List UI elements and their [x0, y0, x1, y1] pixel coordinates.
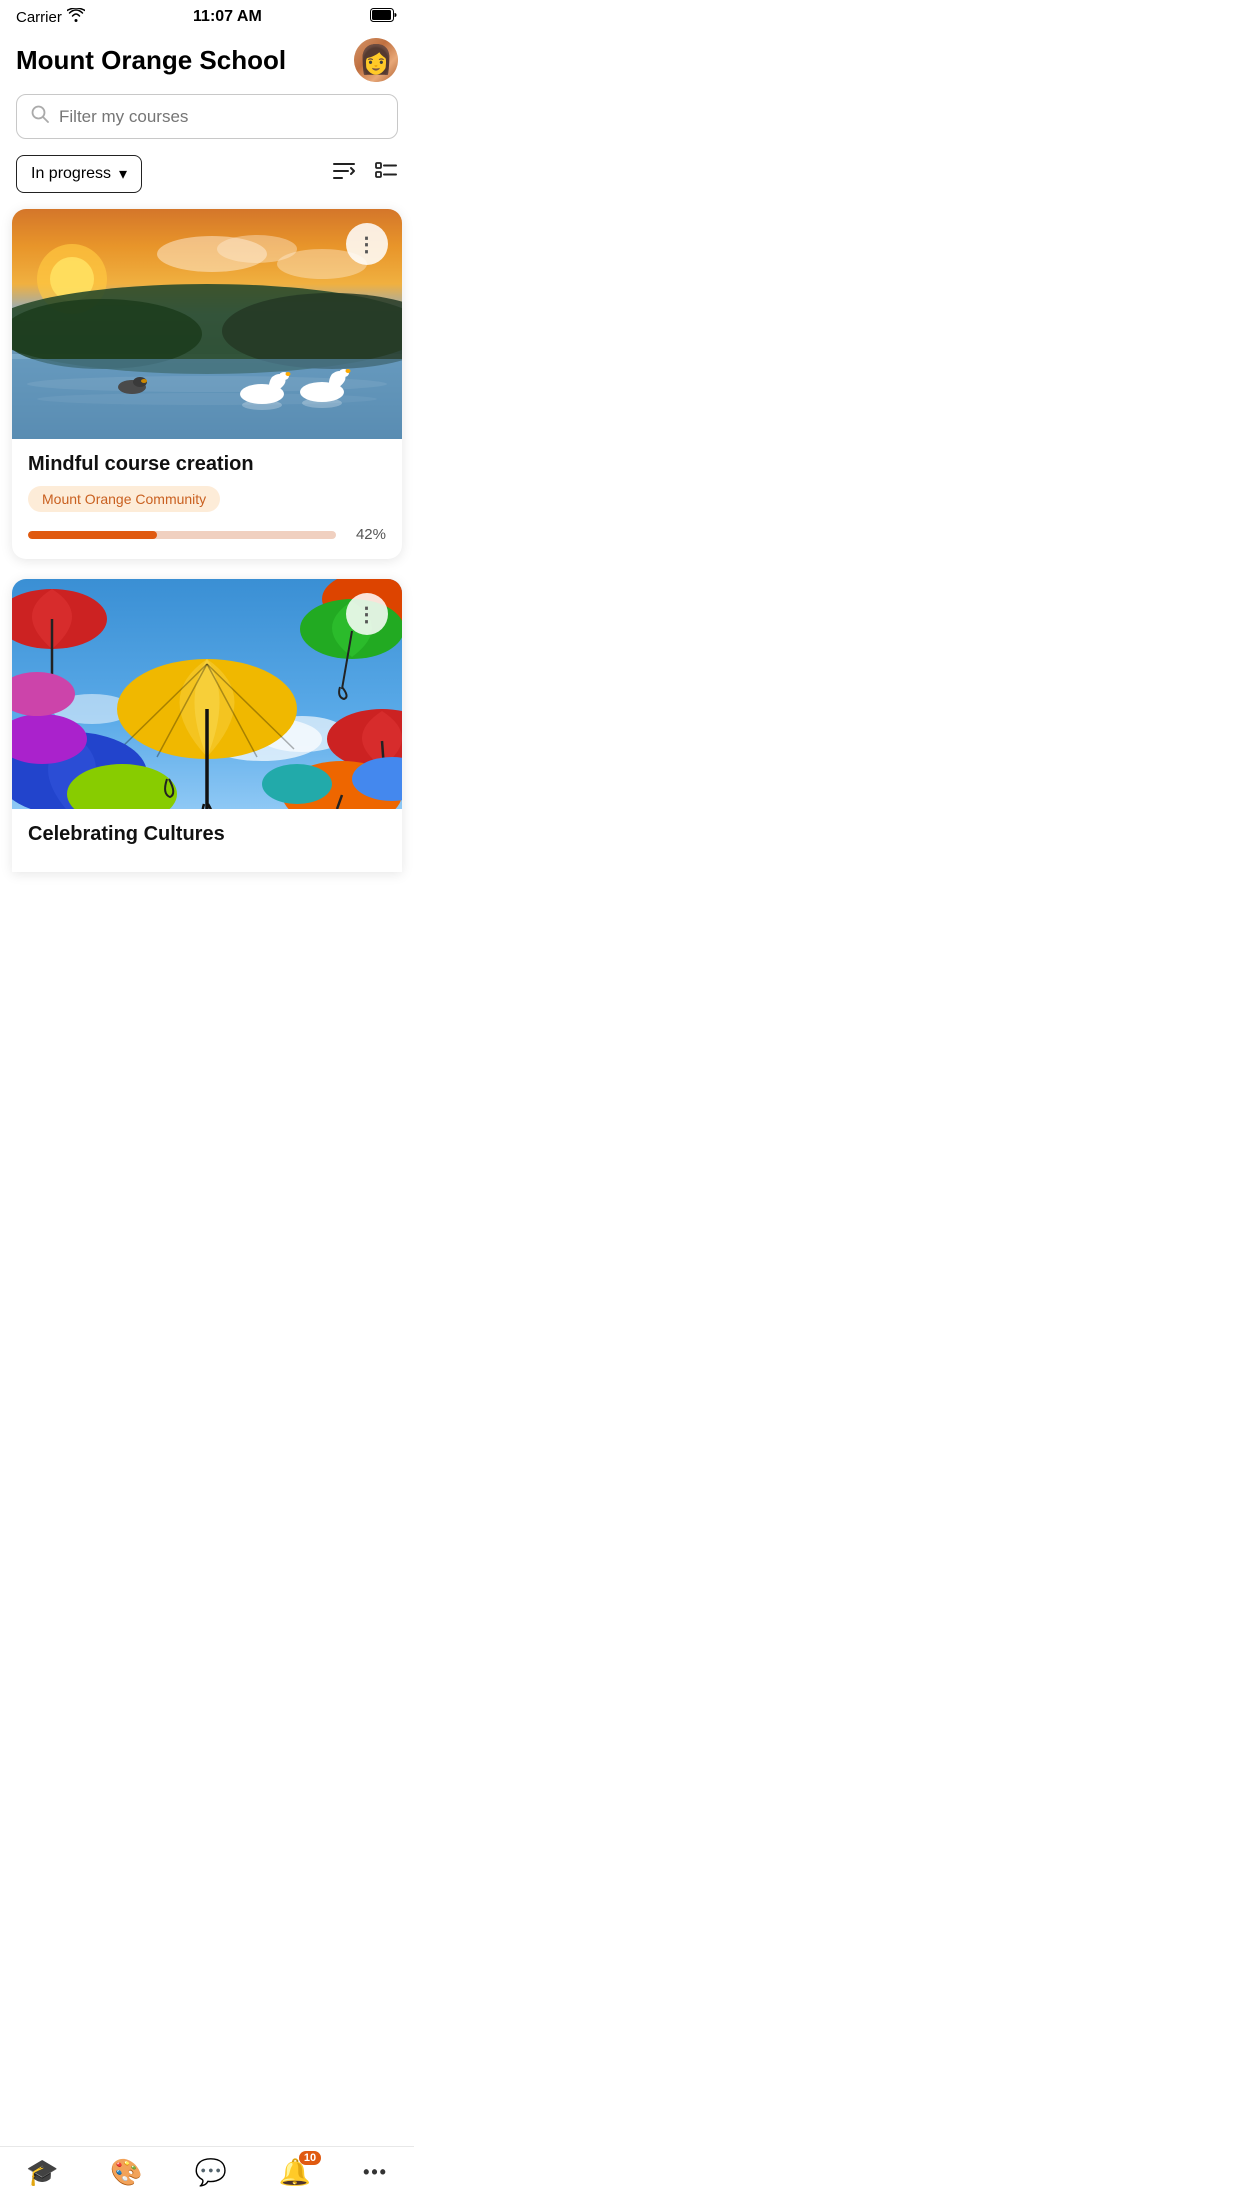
search-input[interactable]	[59, 107, 383, 127]
status-left: Carrier	[16, 8, 85, 26]
status-bar: Carrier 11:07 AM	[0, 0, 414, 30]
progress-bar-background	[28, 531, 336, 539]
more-icon: •••	[363, 2162, 388, 2183]
nav-item-dashboard[interactable]: 🎨	[110, 2157, 142, 2188]
course-image-swan: ⋮	[12, 209, 402, 439]
nav-item-chat[interactable]: 💬	[195, 2157, 227, 2188]
list-icon[interactable]	[374, 160, 398, 188]
battery-icon	[370, 8, 398, 26]
course-title-2: Celebrating Cultures	[28, 823, 386, 846]
course-info-2: Celebrating Cultures	[12, 809, 402, 872]
search-container	[0, 94, 414, 151]
search-icon	[31, 105, 49, 128]
course-info: Mindful course creation Mount Orange Com…	[12, 439, 402, 559]
main-content: In progress ▾	[0, 94, 414, 962]
course-image-umbrella: ⋮	[12, 579, 402, 809]
course-card-2: ⋮ Celebrating Cultures	[12, 579, 402, 872]
header: Mount Orange School	[0, 30, 414, 94]
bottom-nav: 🎓 🎨 💬 🔔 10 •••	[0, 2146, 414, 2208]
nav-item-more[interactable]: •••	[363, 2162, 388, 2183]
dropdown-arrow-icon: ▾	[119, 164, 127, 184]
sort-icon[interactable]	[332, 160, 356, 188]
filter-bar: In progress ▾	[0, 151, 414, 209]
search-bar	[16, 94, 398, 139]
progress-row: 42%	[28, 526, 386, 543]
course-card: ⋮ Mindful course creation Mount Orange C…	[12, 209, 402, 559]
filter-icons	[332, 160, 398, 188]
carrier-label: Carrier	[16, 9, 62, 26]
more-options-button-2[interactable]: ⋮	[346, 593, 388, 635]
course-tag: Mount Orange Community	[28, 486, 220, 512]
wifi-icon	[67, 8, 85, 26]
chat-icon: 💬	[195, 2157, 227, 2188]
avatar[interactable]	[354, 38, 398, 82]
progress-percentage: 42%	[348, 526, 386, 543]
notifications-badge: 10	[299, 2151, 321, 2165]
progress-bar-fill	[28, 531, 157, 539]
dashboard-icon: 🎨	[110, 2157, 142, 2188]
page-title: Mount Orange School	[16, 45, 286, 76]
course-title: Mindful course creation	[28, 453, 386, 476]
filter-dropdown[interactable]: In progress ▾	[16, 155, 142, 193]
nav-item-notifications[interactable]: 🔔 10	[279, 2157, 311, 2188]
courses-list: ⋮ Mindful course creation Mount Orange C…	[0, 209, 414, 872]
status-time: 11:07 AM	[193, 8, 262, 26]
more-options-button[interactable]: ⋮	[346, 223, 388, 265]
courses-icon: 🎓	[26, 2157, 58, 2188]
nav-item-courses[interactable]: 🎓	[26, 2157, 58, 2188]
filter-label: In progress	[31, 165, 111, 183]
